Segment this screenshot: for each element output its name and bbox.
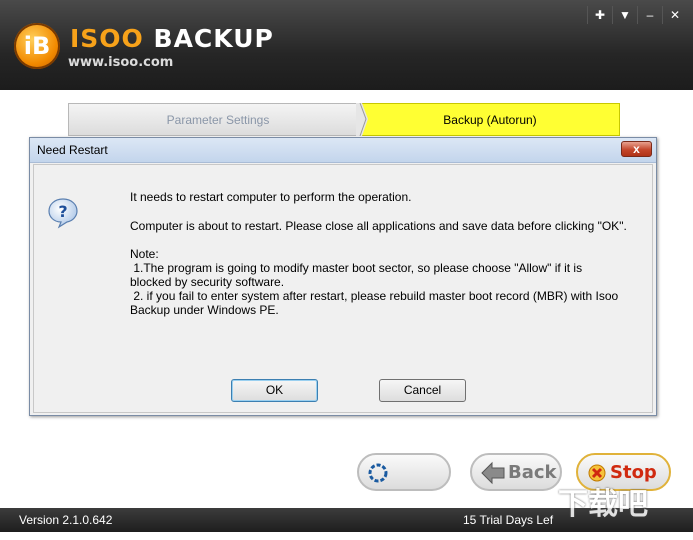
home-icon bbox=[367, 455, 389, 504]
brand-name: ISOO BACKUP bbox=[70, 24, 274, 53]
pin-icon[interactable]: ✚ bbox=[587, 6, 612, 24]
menu-icon[interactable]: ▼ bbox=[612, 6, 637, 24]
tab-parameter-settings[interactable]: Parameter Settings bbox=[68, 103, 368, 136]
dialog-note: Note: 1.The program is going to modify m… bbox=[130, 247, 619, 317]
tab-separator-arrow bbox=[356, 103, 368, 136]
dialog-titlebar[interactable]: Need Restart x bbox=[30, 138, 656, 163]
dialog-message-line2: Computer is about to restart. Please clo… bbox=[130, 219, 627, 233]
tab-bar: Parameter Settings Backup (Autorun) bbox=[68, 103, 620, 136]
back-label: Back bbox=[508, 462, 557, 483]
dialog-title: Need Restart bbox=[37, 143, 108, 157]
brand-url: www.isoo.com bbox=[68, 55, 174, 70]
trial-days-text: 15 Trial Days Lef bbox=[463, 513, 554, 527]
ok-button[interactable]: OK bbox=[231, 379, 318, 402]
svg-text:?: ? bbox=[58, 202, 67, 221]
tab-backup-autorun[interactable]: Backup (Autorun) bbox=[360, 103, 620, 136]
back-button[interactable]: Back bbox=[470, 453, 562, 491]
back-arrow-icon bbox=[480, 455, 506, 504]
question-icon: ? bbox=[48, 198, 78, 229]
cancel-button[interactable]: Cancel bbox=[379, 379, 466, 402]
window-controls: ✚ ▼ – ✕ bbox=[587, 6, 687, 24]
close-icon[interactable]: ✕ bbox=[662, 6, 687, 24]
brand-name-second: BACKUP bbox=[153, 24, 274, 53]
app-header: iB ISOO BACKUP www.isoo.com ✚ ▼ – ✕ bbox=[0, 0, 693, 90]
need-restart-dialog: Need Restart x ? It needs to restart com… bbox=[29, 137, 657, 416]
minimize-icon[interactable]: – bbox=[637, 6, 662, 24]
brand-name-first: ISOO bbox=[70, 24, 144, 53]
logo-icon: iB bbox=[14, 23, 60, 69]
home-button[interactable]: Home bbox=[357, 453, 451, 532]
dialog-message-line1: It needs to restart computer to perform … bbox=[130, 190, 412, 204]
version-text: Version 2.1.0.642 bbox=[19, 513, 113, 527]
dialog-body: ? It needs to restart computer to perfor… bbox=[33, 164, 653, 413]
watermark-logo: 下载吧 bbox=[558, 487, 648, 522]
dialog-close-button[interactable]: x bbox=[621, 141, 652, 157]
